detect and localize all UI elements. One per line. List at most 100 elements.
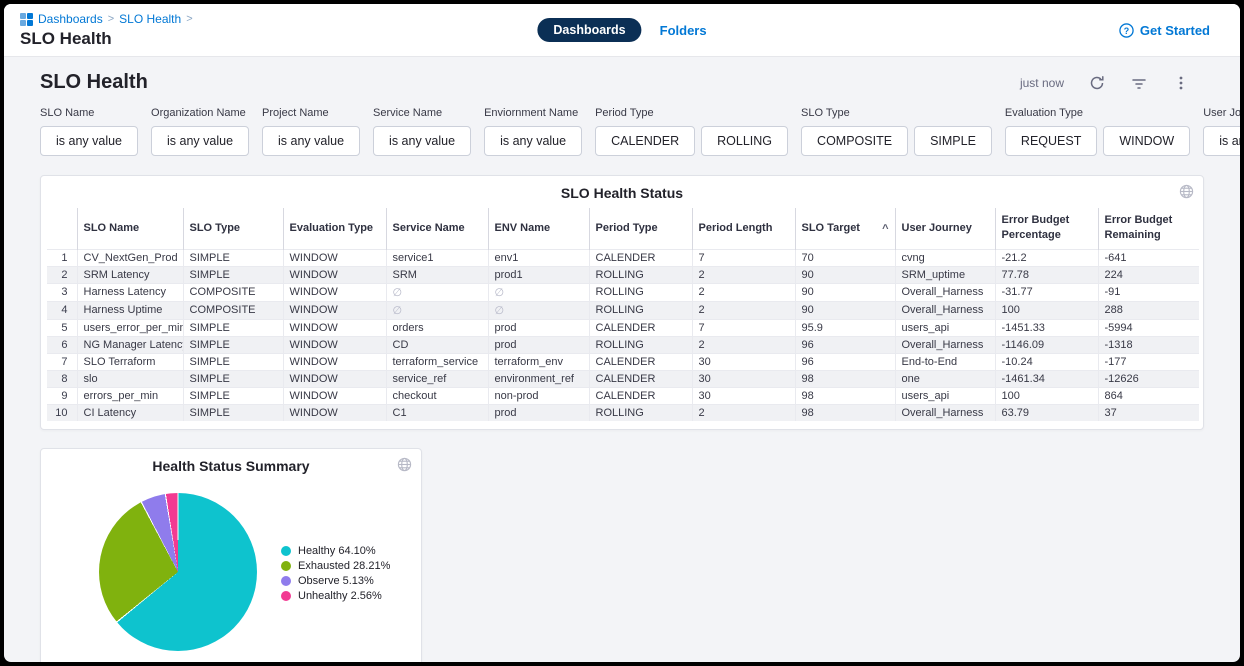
- filter-icon[interactable]: [1130, 74, 1148, 92]
- column-header-slo-type[interactable]: SLO Type: [183, 208, 283, 249]
- table-cell: 30: [692, 387, 795, 404]
- filter-chip[interactable]: CALENDER: [595, 126, 695, 156]
- health-status-pie-chart[interactable]: [99, 493, 257, 651]
- table-cell: -5994: [1098, 319, 1199, 336]
- filter-chip[interactable]: is any value: [1203, 126, 1240, 156]
- tab-folders[interactable]: Folders: [660, 23, 707, 38]
- table-row[interactable]: 6NG Manager LatencySIMPLEWINDOWCDprodROL…: [47, 336, 1199, 353]
- column-header-error-budget-percentage[interactable]: Error Budget Percentage: [995, 208, 1098, 249]
- table-cell: 96: [795, 336, 895, 353]
- table-cell: 90: [795, 266, 895, 283]
- filter-chip[interactable]: is any value: [373, 126, 471, 156]
- table-row[interactable]: 2SRM LatencySIMPLEWINDOWSRMprod1ROLLING2…: [47, 266, 1199, 283]
- breadcrumb-dashboards-link[interactable]: Dashboards: [38, 12, 103, 26]
- globe-icon[interactable]: [1179, 184, 1194, 204]
- column-header-env-name[interactable]: ENV Name: [488, 208, 589, 249]
- legend-item-healthy[interactable]: Healthy 64.10%: [281, 545, 390, 557]
- filter-chip[interactable]: is any value: [40, 126, 138, 156]
- legend-label: Observe 5.13%: [298, 575, 374, 587]
- get-started-button[interactable]: ? Get Started: [1119, 23, 1210, 38]
- column-header-evaluation-type[interactable]: Evaluation Type: [283, 208, 386, 249]
- question-circle-icon: ?: [1119, 23, 1134, 38]
- table-row[interactable]: 8sloSIMPLEWINDOWservice_refenvironment_r…: [47, 370, 1199, 387]
- filter-chip[interactable]: ROLLING: [701, 126, 788, 156]
- filter-label: Project Name: [262, 107, 360, 119]
- view-tabs: Dashboards Folders: [537, 18, 706, 42]
- table-cell: non-prod: [488, 387, 589, 404]
- table-cell: CALENDER: [589, 353, 692, 370]
- table-cell: errors_per_min: [77, 387, 183, 404]
- table-cell: prod: [488, 336, 589, 353]
- table-cell: users_api: [895, 387, 995, 404]
- filter-chip[interactable]: SIMPLE: [914, 126, 992, 156]
- table-cell: SIMPLE: [183, 319, 283, 336]
- table-cell: checkout: [386, 387, 488, 404]
- globe-icon[interactable]: [397, 457, 412, 477]
- column-header-slo-name[interactable]: SLO Name: [77, 208, 183, 249]
- table-cell: 2: [692, 266, 795, 283]
- table-cell: 100: [995, 387, 1098, 404]
- refresh-icon[interactable]: [1088, 74, 1106, 92]
- table-row[interactable]: 7SLO TerraformSIMPLEWINDOWterraform_serv…: [47, 353, 1199, 370]
- legend-item-observe[interactable]: Observe 5.13%: [281, 575, 390, 587]
- column-header-period-length[interactable]: Period Length: [692, 208, 795, 249]
- table-cell: 98: [795, 404, 895, 421]
- dashboard-content: SLO Health just now: [4, 57, 1240, 662]
- last-refreshed-label: just now: [1020, 76, 1064, 90]
- tab-dashboards[interactable]: Dashboards: [537, 18, 641, 42]
- table-cell: 30: [692, 353, 795, 370]
- table-cell: WINDOW: [283, 370, 386, 387]
- table-cell: environment_ref: [488, 370, 589, 387]
- table-cell: 2: [692, 336, 795, 353]
- table-row[interactable]: 5users_error_per_minSIMPLEWINDOWorderspr…: [47, 319, 1199, 336]
- table-title: SLO Health Status: [41, 176, 1203, 208]
- table-cell: -1451.33: [995, 319, 1098, 336]
- table-cell: -91: [1098, 283, 1199, 301]
- filter-bar: SLO Nameis any valueOrganization Nameis …: [40, 107, 1204, 156]
- table-cell: orders: [386, 319, 488, 336]
- filter-chip[interactable]: is any value: [151, 126, 249, 156]
- table-cell: Overall_Harness: [895, 336, 995, 353]
- table-row[interactable]: 9errors_per_minSIMPLEWINDOWcheckoutnon-p…: [47, 387, 1199, 404]
- table-cell: -21.2: [995, 249, 1098, 266]
- filter-chip[interactable]: REQUEST: [1005, 126, 1097, 156]
- table-cell: 2: [692, 301, 795, 319]
- table-row[interactable]: 3Harness LatencyCOMPOSITEWINDOW∅∅ROLLING…: [47, 283, 1199, 301]
- legend-item-unhealthy[interactable]: Unhealthy 2.56%: [281, 590, 390, 602]
- filter-chip[interactable]: is any value: [484, 126, 582, 156]
- table-row[interactable]: 4Harness UptimeCOMPOSITEWINDOW∅∅ROLLING2…: [47, 301, 1199, 319]
- filter-chip[interactable]: is any value: [262, 126, 360, 156]
- row-number: 6: [47, 336, 77, 353]
- table-cell: SIMPLE: [183, 353, 283, 370]
- column-header-period-type[interactable]: Period Type: [589, 208, 692, 249]
- table-cell: 77.78: [995, 266, 1098, 283]
- table-cell: Overall_Harness: [895, 283, 995, 301]
- table-cell: 70: [795, 249, 895, 266]
- table-cell: CALENDER: [589, 319, 692, 336]
- filter-group-project-name: Project Name is any value: [262, 107, 360, 156]
- table-row[interactable]: 10CI LatencySIMPLEWINDOWC1prodROLLING298…: [47, 404, 1199, 421]
- table-cell: 100: [995, 301, 1098, 319]
- table-cell: 864: [1098, 387, 1199, 404]
- table-cell: -1146.09: [995, 336, 1098, 353]
- column-header-service-name[interactable]: Service Name: [386, 208, 488, 249]
- table-cell: service1: [386, 249, 488, 266]
- column-header-slo-target[interactable]: SLO Target^: [795, 208, 895, 249]
- table-row[interactable]: 1CV_NextGen_ProdSIMPLEWINDOWservice1env1…: [47, 249, 1199, 266]
- legend-item-exhausted[interactable]: Exhausted 28.21%: [281, 560, 390, 572]
- legend-color-dot: [281, 591, 291, 601]
- filter-chip[interactable]: COMPOSITE: [801, 126, 908, 156]
- table-cell: SRM: [386, 266, 488, 283]
- table-cell: one: [895, 370, 995, 387]
- breadcrumb-slo-health-link[interactable]: SLO Health: [119, 12, 181, 26]
- column-header-user-journey[interactable]: User Journey: [895, 208, 995, 249]
- table-cell: SIMPLE: [183, 249, 283, 266]
- table-cell: -10.24: [995, 353, 1098, 370]
- column-header-error-budget-remaining[interactable]: Error Budget Remaining: [1098, 208, 1199, 249]
- table-cell: 90: [795, 283, 895, 301]
- filter-chip[interactable]: WINDOW: [1103, 126, 1190, 156]
- pie-legend: Healthy 64.10% Exhausted 28.21% Observe 5.…: [281, 545, 390, 602]
- table-header-row: SLO NameSLO TypeEvaluation TypeService N…: [47, 208, 1199, 249]
- table-cell: 98: [795, 387, 895, 404]
- kebab-menu-icon[interactable]: [1172, 74, 1190, 92]
